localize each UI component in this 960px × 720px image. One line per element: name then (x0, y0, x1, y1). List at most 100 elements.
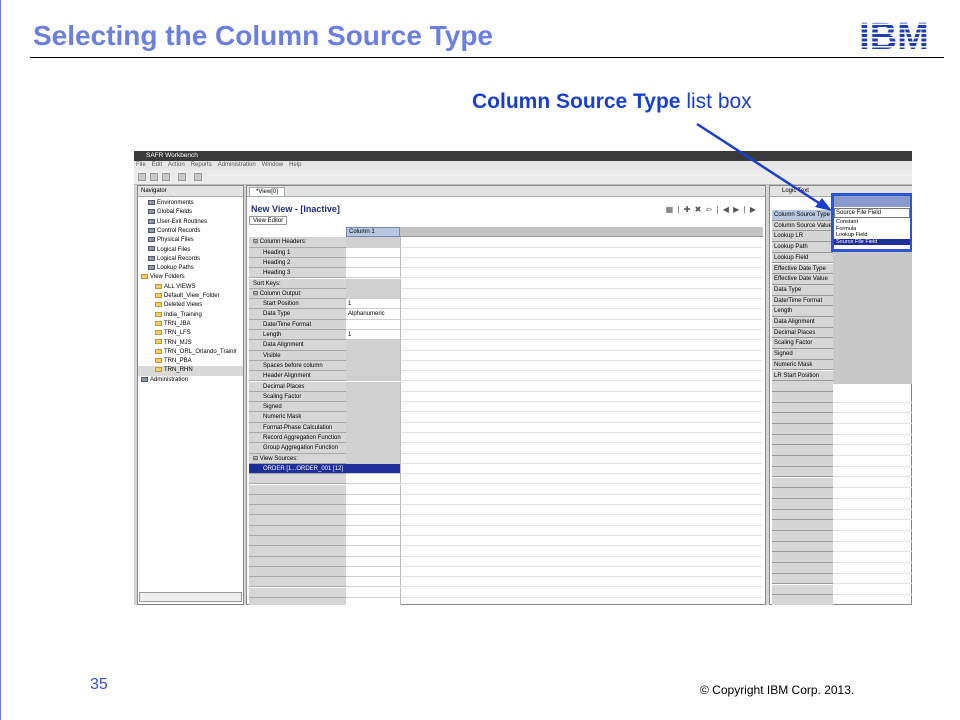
row-label[interactable]: Data Alignment (249, 340, 346, 351)
tree-item[interactable]: Logical Files (138, 246, 243, 255)
tree-item[interactable]: User-Exit Routines (138, 218, 243, 227)
row-label[interactable]: Heading 2 (249, 257, 346, 269)
tree-item[interactable]: Lookup Paths (138, 264, 243, 273)
row-value-cell[interactable] (346, 278, 400, 289)
row-value-cell[interactable] (346, 474, 400, 485)
menu-item[interactable]: Help (289, 162, 301, 168)
tree-item[interactable]: Environments (138, 199, 243, 208)
row-value-cell[interactable] (346, 258, 400, 269)
property-label[interactable]: Lookup Path (772, 242, 833, 253)
tree-item[interactable]: Default_View_Folder (138, 292, 243, 301)
tree-item[interactable]: TRN_PBA (138, 357, 243, 366)
row-value-cell[interactable] (346, 320, 400, 330)
row-label[interactable]: Numeric Mask (249, 412, 346, 423)
row-label[interactable]: Header Alignment (249, 371, 346, 382)
tree-item[interactable]: Deleted Views (138, 301, 243, 310)
row-label[interactable]: Start Position (249, 299, 346, 310)
tree-item[interactable]: India_Training (138, 311, 243, 320)
row-value-cell[interactable] (346, 546, 400, 557)
row-value-cell[interactable] (346, 505, 400, 516)
listbox-current-value[interactable]: Source File Field (834, 208, 910, 218)
row-label[interactable]: Scaling Factor (249, 391, 346, 403)
property-label[interactable]: Column Source Value (772, 220, 833, 232)
row-value-cell[interactable] (346, 391, 400, 403)
row-label[interactable]: Signed (249, 402, 346, 413)
property-label[interactable]: Effective Date Type (772, 263, 833, 275)
menu-item[interactable]: Edit (152, 162, 162, 168)
menu-item[interactable]: Reports (191, 162, 212, 168)
new-icon[interactable] (138, 173, 146, 181)
row-label[interactable]: Data Type (249, 309, 346, 320)
row-label[interactable]: Sort Keys: (249, 278, 346, 289)
row-label[interactable]: Spaces before column (249, 360, 346, 372)
tab-view-editor[interactable]: View Editor (249, 216, 288, 225)
save-icon[interactable] (150, 173, 158, 181)
property-label[interactable]: Date/Time Format (772, 295, 833, 307)
row-label[interactable]: Visible (249, 350, 346, 361)
row-value-cell[interactable] (346, 453, 400, 464)
tree-item[interactable]: ALL VIEWS (138, 283, 243, 292)
property-label[interactable]: Column Source Type (772, 210, 833, 221)
property-label[interactable]: Effective Date Value (772, 274, 833, 285)
property-label[interactable]: Length (772, 306, 833, 317)
row-value-cell[interactable] (346, 587, 400, 598)
tree-item[interactable]: TRN_MJS (138, 339, 243, 348)
menu-item[interactable]: Action (168, 162, 185, 168)
property-label[interactable]: Signed (772, 349, 833, 360)
tab-view0[interactable]: *View[0] (249, 187, 285, 197)
row-label[interactable]: Format-Phase Calculation (249, 422, 346, 433)
edit-icon[interactable] (178, 173, 186, 181)
property-label[interactable]: Decimal Places (772, 327, 833, 339)
row-value-cell[interactable] (346, 288, 400, 300)
row-label[interactable]: Heading 3 (249, 268, 346, 279)
property-label[interactable]: LR Start Position (772, 370, 833, 382)
row-label[interactable]: ⊟ Column Headers: (249, 237, 346, 248)
row-label[interactable]: ⊟ View Sources: (249, 453, 346, 464)
row-value-cell[interactable] (346, 577, 400, 588)
tree-item[interactable]: TRN_JBA (138, 320, 243, 329)
property-label[interactable]: Data Alignment (772, 317, 833, 328)
row-value-cell[interactable] (346, 350, 400, 361)
row-value-cell[interactable] (346, 484, 400, 495)
navigator-tab[interactable]: Navigator (138, 186, 243, 197)
property-label[interactable]: Numeric Mask (772, 359, 833, 371)
property-label[interactable]: Lookup LR (772, 231, 833, 243)
tree-item[interactable]: TRN_LFS (138, 329, 243, 338)
row-value-cell[interactable]: Alphanumeric (346, 309, 400, 320)
row-value-cell[interactable] (346, 433, 400, 444)
listbox-option[interactable]: Source File Field (834, 238, 910, 245)
tree-item[interactable]: Physical Files (138, 236, 243, 245)
tree-item[interactable]: Logical Records (138, 255, 243, 264)
column-source-type-listbox[interactable]: Source File Field Constant Formula Lookup … (831, 193, 912, 252)
property-label[interactable]: Data Type (772, 284, 833, 296)
row-label[interactable]: Heading 1 (249, 247, 346, 258)
row-value-cell[interactable] (346, 525, 400, 536)
row-label[interactable]: ORDER [1...ORDER_001 [12] (249, 463, 346, 475)
tree-item[interactable]: View Folders (138, 273, 243, 282)
row-label[interactable]: Decimal Places (249, 381, 346, 392)
row-value-cell[interactable] (346, 463, 400, 475)
print-icon[interactable] (162, 173, 170, 181)
row-value-cell[interactable]: 1 (346, 299, 400, 310)
row-value-cell[interactable] (346, 381, 400, 392)
tree-item[interactable]: Administration (138, 376, 243, 385)
row-value-cell[interactable] (346, 371, 400, 382)
menu-item[interactable]: File (136, 162, 146, 168)
row-value-cell[interactable] (346, 402, 400, 413)
row-value-cell[interactable] (346, 536, 400, 547)
property-label[interactable]: Lookup Field (772, 252, 833, 264)
tree-item[interactable]: Global Fields (138, 208, 243, 217)
column-1-header[interactable]: Column 1 (346, 227, 400, 238)
menu-item[interactable]: Window (262, 162, 283, 168)
row-value-cell[interactable] (346, 237, 400, 248)
tree-item[interactable]: TRN_RHN (138, 366, 243, 376)
row-value-cell[interactable] (346, 566, 400, 578)
tree-item[interactable]: TRN_ORL_Orlando_Trainir (138, 348, 243, 357)
editor-action-icons[interactable]: ▦ | ✚ ✖ ⇦ | ◀ ▶ | ▶ (666, 205, 757, 214)
row-value-cell[interactable] (346, 268, 400, 279)
navigator-scrollbar[interactable] (139, 592, 242, 602)
row-label[interactable]: Group Aggregation Function (249, 443, 346, 454)
tree-item[interactable]: Control Records (138, 227, 243, 236)
row-label[interactable]: Record Aggregation Function (249, 433, 346, 444)
property-label[interactable]: Scaling Factor (772, 338, 833, 350)
